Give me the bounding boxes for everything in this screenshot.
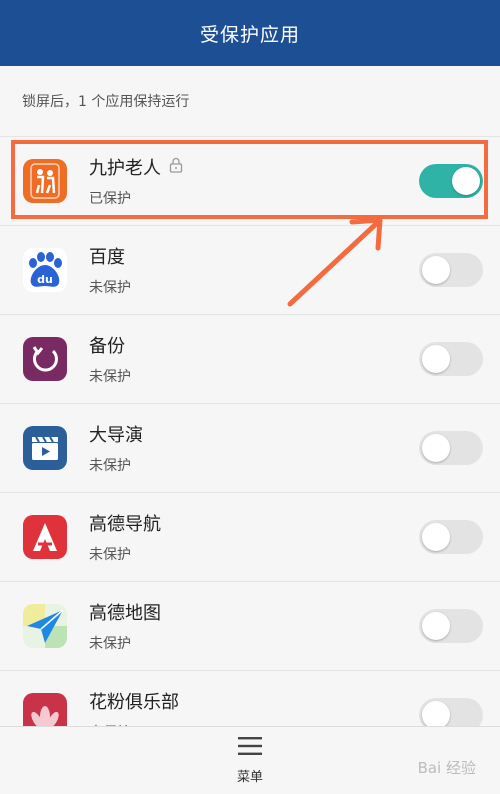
amap-navigation-icon bbox=[23, 515, 67, 559]
toggle-knob bbox=[452, 167, 480, 195]
app-name: 九护老人 bbox=[89, 158, 161, 179]
app-row-amap[interactable]: 高德地图 未保护 bbox=[0, 581, 500, 670]
protect-toggle[interactable] bbox=[419, 164, 483, 198]
svg-text:du: du bbox=[37, 273, 53, 286]
watermark: Bai 经验 bbox=[417, 759, 476, 777]
app-row-dadaoyan[interactable]: 大导演 未保护 bbox=[0, 403, 500, 492]
app-name: 备份 bbox=[89, 336, 125, 357]
toggle-knob bbox=[422, 701, 450, 729]
title-bar: 受保护应用 bbox=[0, 0, 500, 66]
amap-paper-plane-icon bbox=[23, 604, 67, 648]
subtitle: 锁屏后，1 个应用保持运行 bbox=[0, 66, 500, 136]
toggle-knob bbox=[422, 523, 450, 551]
app-row-amap-nav[interactable]: 高德导航 未保护 bbox=[0, 492, 500, 581]
toggle-knob bbox=[422, 256, 450, 284]
app-list: 九护老人 已保护 du 百度 未保护 备份 未保护 大导演 未保护 高德导航 未… bbox=[0, 136, 500, 759]
menu-button[interactable]: 菜单 bbox=[237, 736, 263, 785]
toggle-knob bbox=[422, 345, 450, 373]
lock-icon bbox=[169, 157, 183, 178]
video-clapper-icon bbox=[23, 426, 67, 470]
annotation-arrow-icon bbox=[280, 212, 390, 316]
baidu-paw-icon: du bbox=[23, 248, 67, 292]
backup-icon bbox=[23, 337, 67, 381]
app-name: 花粉俱乐部 bbox=[89, 692, 179, 713]
subtitle-text: 锁屏后，1 个应用保持运行 bbox=[22, 94, 190, 110]
protect-toggle[interactable] bbox=[419, 609, 483, 643]
menu-icon bbox=[237, 736, 263, 760]
app-name: 百度 bbox=[89, 247, 125, 268]
page-title: 受保护应用 bbox=[199, 23, 300, 46]
protect-toggle[interactable] bbox=[419, 253, 483, 287]
protect-toggle[interactable] bbox=[419, 342, 483, 376]
app-name: 高德导航 bbox=[89, 514, 161, 535]
elderly-care-icon bbox=[23, 159, 67, 203]
app-row-baidu[interactable]: du 百度 未保护 bbox=[0, 225, 500, 314]
app-name: 大导演 bbox=[89, 425, 143, 446]
protect-toggle[interactable] bbox=[419, 431, 483, 465]
app-name: 高德地图 bbox=[89, 603, 161, 624]
protect-toggle[interactable] bbox=[419, 520, 483, 554]
toggle-knob bbox=[422, 434, 450, 462]
app-row-jiuhu[interactable]: 九护老人 已保护 bbox=[0, 136, 500, 225]
toggle-knob bbox=[422, 612, 450, 640]
menu-label: 菜单 bbox=[236, 770, 263, 785]
app-row-backup[interactable]: 备份 未保护 bbox=[0, 314, 500, 403]
